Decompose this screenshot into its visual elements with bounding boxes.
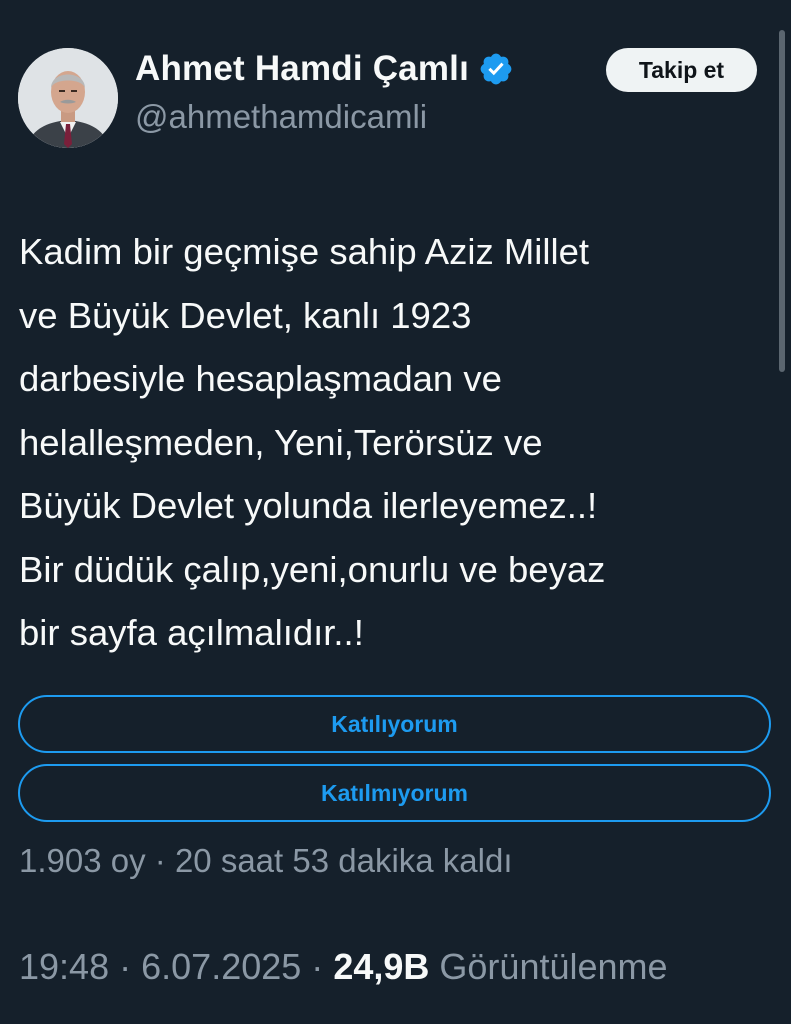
verified-badge-icon [480,53,512,85]
user-handle[interactable]: @ahmethamdicamli [135,98,427,136]
poll-meta: 1.903 oy · 20 saat 53 dakika kaldı [19,842,513,880]
separator-dot: · [119,946,132,987]
tweet-time[interactable]: 19:48 [19,946,109,987]
avatar-photo [18,48,118,148]
display-name[interactable]: Ahmet Hamdi Çamlı [135,49,469,89]
tweet-text-line: darbesiyle hesaplaşmadan ve [19,358,502,399]
follow-button[interactable]: Takip et [606,48,757,92]
views-label[interactable]: Görüntülenme [439,946,667,987]
poll-option-agree[interactable]: Katılıyorum [18,695,771,753]
avatar[interactable] [18,48,118,148]
tweet-text-line: Kadim bir geçmişe sahip Aziz Millet [19,231,590,272]
tweet-date[interactable]: 6.07.2025 [141,946,301,987]
tweet-text-line: Büyük Devlet yolunda ilerleyemez..! [19,485,598,526]
name-row: Ahmet Hamdi Çamlı [135,48,514,90]
tweet-text-line: ve Büyük Devlet, kanlı 1923 [19,294,472,336]
tweet-text: Kadim bir geçmişe sahip Aziz Millet ve B… [19,220,759,665]
separator-dot: · [311,946,324,987]
tweet-text-line: bir sayfa açılmalıdır..! [19,612,364,653]
poll-vote-count: 1.903 oy [19,842,146,879]
tweet-footer: 19:48 · 6.07.2025 · 24,9B Görüntülenme [19,946,668,988]
tweet-text-line: helalleşmeden, Yeni,Terörsüz ve [19,421,543,463]
views-count[interactable]: 24,9B [333,946,429,987]
scrollbar[interactable] [779,30,785,372]
tweet-header: Ahmet Hamdi Çamlı @ahmethamdicamli Takip… [18,48,778,158]
tweet-text-line: Bir düdük çalıp,yeni,onurlu ve beyaz [19,548,606,590]
separator-dot: · [154,842,166,879]
poll: Katılıyorum Katılmıyorum [18,695,773,833]
poll-option-disagree[interactable]: Katılmıyorum [18,764,771,822]
poll-time-left: 20 saat 53 dakika kaldı [174,842,513,879]
